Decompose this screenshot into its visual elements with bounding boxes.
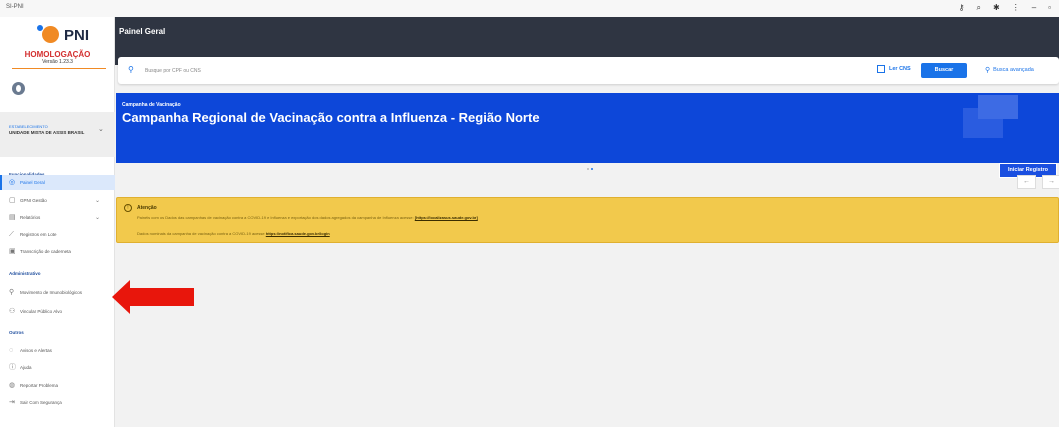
sidebar-item-registros-lote[interactable]: ⟋ Registros em Lote xyxy=(0,227,115,242)
red-arrow-annotation xyxy=(112,280,194,314)
search-input[interactable]: Busque por CPF ou CNS xyxy=(145,68,201,74)
carousel-arrows: ← → xyxy=(1017,175,1059,189)
logo-text: PNI xyxy=(64,27,90,44)
page-title: Painel Geral xyxy=(119,27,166,36)
sidebar-item-label: Reportar Problema xyxy=(20,383,59,388)
browser-bar: SI-PNI ⚷ ⌕ ✱ ⋮ – ▫ xyxy=(0,0,1059,17)
attention-alert: ! Atenção Painéis com os Dados das campa… xyxy=(116,197,1059,243)
dashboard-icon: ◎ xyxy=(9,179,16,186)
sidebar-item-label: Transcrição de caderneta xyxy=(20,249,71,254)
sidebar-item-label: Painel Geral xyxy=(20,180,45,185)
key-icon[interactable]: ⚷ xyxy=(959,3,965,13)
section-administrative: Administrativo xyxy=(9,271,41,276)
sidebar-item-sair[interactable]: ⇥ Sair Com Segurança xyxy=(0,395,115,410)
sidebar-item-label: Registros em Lote xyxy=(20,232,57,237)
buscar-button[interactable]: Buscar xyxy=(921,63,967,78)
busca-avancada-label: Busca avançada xyxy=(993,67,1034,73)
logo-circle-icon xyxy=(42,26,59,43)
chevron-down-icon: ⌄ xyxy=(98,126,104,133)
ler-cns-label: Ler CNS xyxy=(889,66,911,72)
localizasus-link[interactable]: [https://localizasus.saude.gov.br] xyxy=(415,215,478,220)
page-header: Painel Geral xyxy=(115,17,1059,45)
alert-title: Atenção xyxy=(137,205,157,211)
pni-logo[interactable]: PNI xyxy=(26,24,96,44)
sidebar-item-label: Avisos e Alertas xyxy=(20,348,52,353)
section-others: Outros xyxy=(9,330,24,335)
sidebar-item-label: Relatórios xyxy=(20,215,41,220)
bell-icon: ◌ xyxy=(9,347,14,354)
alert-line-2: Dados nominais da campanha de vacinação … xyxy=(137,231,330,236)
sidebar-item-avisos-alertas[interactable]: ◌ Avisos e Alertas xyxy=(0,343,115,358)
chart-icon: ▤ xyxy=(9,214,16,221)
environment-label: HOMOLOGAÇÃO xyxy=(24,50,91,59)
browser-tab-title: SI-PNI xyxy=(6,4,24,10)
sidebar-item-movimento-imunobiologicos[interactable]: ⚲ Movimento de Imunobiológicos xyxy=(0,285,115,300)
document-icon: ▢ xyxy=(9,197,16,204)
search-bar: ⚲ Busque por CPF ou CNS Ler CNS Buscar ⚲… xyxy=(118,57,1059,84)
banner-title: Campanha Regional de Vacinação contra a … xyxy=(122,110,540,125)
warning-icon: ! xyxy=(124,204,132,212)
carousel-dot[interactable] xyxy=(587,168,589,170)
extension-icon[interactable]: ✱ xyxy=(993,3,1000,13)
user-link-icon: ⚇ xyxy=(9,308,16,315)
menu-icon[interactable]: ⋮ xyxy=(1012,3,1020,13)
sidebar-item-gpni-gestao[interactable]: ▢ GPNI Gestão ⌄ xyxy=(0,193,115,208)
minimize-icon[interactable]: – xyxy=(1032,3,1036,13)
report-icon: ◍ xyxy=(9,382,16,389)
arrow-right-icon[interactable]: → xyxy=(1042,175,1059,189)
sidebar-item-transcricao[interactable]: ▣ Transcrição de caderneta xyxy=(0,244,115,259)
banner-decoration xyxy=(978,95,1018,119)
banner-subtitle: Campanha de Vacinação xyxy=(122,102,181,108)
busca-avancada-button[interactable]: ⚲ Busca avançada xyxy=(985,66,1034,74)
ler-cns-button[interactable]: Ler CNS xyxy=(877,65,911,73)
sidebar-item-reportar-problema[interactable]: ◍ Reportar Problema xyxy=(0,378,115,393)
chevron-down-icon: ⌄ xyxy=(95,215,101,221)
sidebar-item-label: Sair Com Segurança xyxy=(20,400,62,405)
help-icon: ⓘ xyxy=(9,364,16,371)
search-icon: ⚲ xyxy=(128,65,134,74)
sidebar-item-label: Movimento de Imunobiológicos xyxy=(20,290,83,295)
campaign-banner: Campanha de Vacinação Campanha Regional … xyxy=(116,93,1059,163)
sidebar-item-label: Vincular Público Alvo xyxy=(20,309,62,314)
sidebar-item-painel-geral[interactable]: ◎ Painel Geral xyxy=(0,175,115,190)
establishment-label: ESTABELECIMENTO xyxy=(9,124,48,129)
sidebar-item-label: GPNI Gestão xyxy=(20,198,47,203)
sidebar-item-ajuda[interactable]: ⓘ Ajuda xyxy=(0,360,115,375)
sidebar-item-vincular-publico-alvo[interactable]: ⚇ Vincular Público Alvo xyxy=(0,304,115,319)
restore-icon[interactable]: ▫ xyxy=(1048,3,1051,13)
sidebar: PNI HOMOLOGAÇÃO Versão 1.23.3 ESTABELECI… xyxy=(0,17,115,427)
alert-text: Dados nominais da campanha de vacinação … xyxy=(137,231,265,236)
sidebar-item-relatorios[interactable]: ▤ Relatórios ⌄ xyxy=(0,210,115,225)
establishment-value: UNIDADE MISTA DE ASSIS BRASIL xyxy=(9,130,85,135)
establishment-selector[interactable]: ESTABELECIMENTO UNIDADE MISTA DE ASSIS B… xyxy=(0,112,115,157)
browser-controls: ⚷ ⌕ ✱ ⋮ – ▫ xyxy=(959,3,1051,13)
notifica-link[interactable]: https://notifica.saude.gov.br/login xyxy=(266,231,330,236)
search-icon: ⚲ xyxy=(985,67,991,74)
alert-text: Painéis com os Dados das campanhas de va… xyxy=(137,215,414,220)
zoom-icon[interactable]: ⌕ xyxy=(977,3,981,13)
qr-code-icon xyxy=(877,65,885,73)
carousel-dot-active[interactable] xyxy=(591,168,593,170)
syringe-icon: ⟋ xyxy=(9,231,14,238)
logo-drop-icon xyxy=(36,24,44,32)
sidebar-item-label: Ajuda xyxy=(20,365,32,370)
transcription-icon: ▣ xyxy=(9,248,16,255)
carousel-dots xyxy=(587,168,593,170)
vaccine-icon: ⚲ xyxy=(9,289,15,296)
alert-line-1: Painéis com os Dados das campanhas de va… xyxy=(137,215,478,220)
version-label: Versão 1.23.3 xyxy=(42,59,73,65)
logo-divider xyxy=(12,68,106,69)
user-avatar[interactable] xyxy=(12,82,25,95)
chevron-down-icon: ⌄ xyxy=(95,198,101,204)
arrow-left-icon[interactable]: ← xyxy=(1017,175,1036,189)
logout-icon: ⇥ xyxy=(9,399,15,406)
